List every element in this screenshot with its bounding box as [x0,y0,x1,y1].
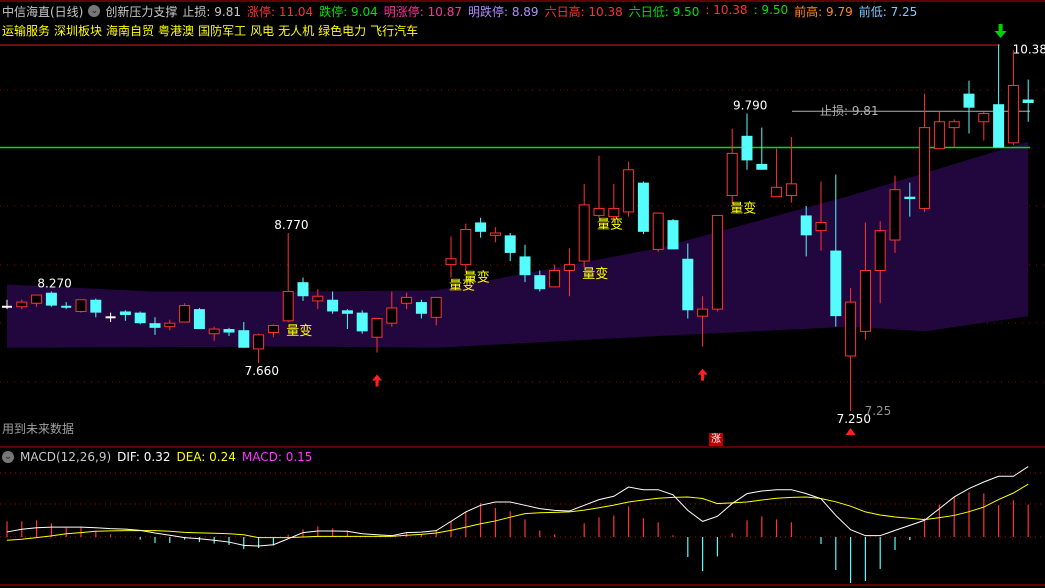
candle-up [549,269,561,288]
candle-down [1022,99,1034,104]
candle-down [356,312,368,332]
candle-down [119,311,131,315]
candle-up [889,189,901,241]
candle-up [978,113,990,123]
candle-up [460,228,472,266]
candle-up [1007,84,1019,144]
dea-line [6,483,1029,541]
candle-down [134,312,146,324]
macd-header: ⌄ MACD(12,26,9) DIF: 0.32 DEA: 0.24 MACD… [2,450,312,464]
candle-down [519,256,531,276]
price-label: 7.25 [865,404,892,418]
sell-arrow-icon [994,24,1007,38]
candle-up [919,127,931,209]
candle-up [208,328,220,335]
limit-up-badge: 涨 [709,433,723,446]
stop-loss-label: 止损: 9.81 [820,104,879,118]
volume-change-label: 量变 [286,323,312,339]
buy-arrow-icon [372,374,382,387]
candle-up [386,307,398,324]
macd-value: MACD: 0.15 [241,450,313,464]
candle-down [667,220,679,250]
candle-up [401,296,413,304]
candle-up [489,232,501,236]
candlestick-chart[interactable]: 止损: 9.818.2708.7707.6609.7907.25010.387.… [0,0,1045,588]
candle-down [800,215,812,236]
candle-down [904,196,916,200]
candle-down [415,302,427,314]
candle-down [504,235,516,253]
candle-down [149,323,161,328]
macd-dif: DIF: 0.32 [117,450,171,464]
candle-down [475,222,487,232]
volume-change-label: 量变 [730,201,756,217]
candle-up [652,212,664,250]
candle-up [608,207,620,218]
candle-down [341,310,353,314]
candle-down [193,309,205,330]
volume-change-label: 量变 [464,270,490,286]
candle-down [741,135,753,161]
candle-up [430,296,442,318]
price-label: 10.38 [1013,42,1045,56]
candle-up [578,204,590,262]
candle-up [593,207,605,216]
candle-up [815,221,827,232]
candle-up [726,152,738,197]
candle-up [164,322,176,328]
candle-up [282,291,294,322]
candle-down [963,93,975,108]
candle-up [253,334,265,350]
dif-line [6,466,1029,547]
candle-down [637,182,649,232]
candle-down [45,292,57,306]
candle-up [312,295,324,302]
candle-up [771,186,783,198]
macd-dea: DEA: 0.24 [176,450,236,464]
candle-down [830,250,842,317]
candle-up [845,301,857,357]
candle-down [534,275,546,290]
candle-down [993,104,1005,148]
volume-change-label: 量变 [582,266,608,282]
low-marker-icon [845,428,856,435]
candle-up [563,264,575,271]
candle-up [623,169,635,213]
candle-up [859,269,871,332]
buy-arrow-icon [697,368,708,381]
candle-up [711,214,723,310]
candle-up [371,317,383,338]
candle-down [238,330,250,348]
candle-up [933,121,945,150]
candle-up [948,121,960,129]
price-label: 8.770 [274,218,308,232]
candle-up [267,325,279,334]
candle-up [179,305,191,323]
price-label: 9.790 [733,99,767,113]
chevron-down-icon[interactable]: ⌄ [2,451,14,463]
candle-down [682,258,694,311]
candle-up [445,258,457,266]
candle-down [297,282,309,297]
candle-up [31,294,43,304]
candle-down [90,299,102,313]
price-label: 8.270 [37,277,71,291]
macd-name[interactable]: MACD(12,26,9) [20,450,111,464]
price-label: 7.660 [245,364,279,378]
candle-up [16,301,28,308]
candle-up [874,230,886,271]
candle-down [223,329,235,333]
candle-up [75,299,87,312]
volume-change-label: 量变 [597,216,623,232]
candle-down [756,163,768,170]
future-data-note: 用到未来数据 [2,422,75,436]
candle-down [327,299,339,312]
candle-up [785,183,797,197]
candle-up [697,308,709,317]
